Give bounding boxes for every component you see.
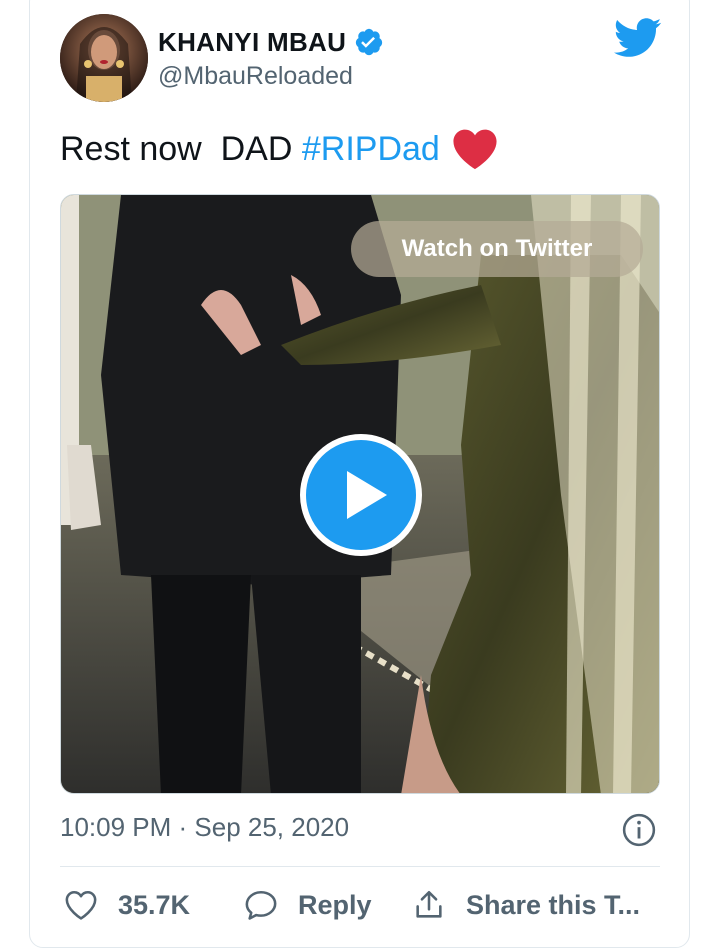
- actions-divider: [60, 866, 660, 867]
- tweet-text: Rest now DAD #RIPDad: [60, 128, 498, 170]
- info-icon[interactable]: [622, 813, 656, 847]
- author-display-name[interactable]: KHANYI MBAU: [158, 27, 346, 58]
- author-handle[interactable]: @MbauReloaded: [158, 62, 353, 91]
- share-button[interactable]: Share this T...: [412, 882, 640, 928]
- reply-icon: [245, 890, 277, 920]
- red-heart-emoji-icon: [453, 129, 497, 170]
- play-icon[interactable]: [299, 433, 423, 557]
- watch-on-twitter-button[interactable]: Watch on Twitter: [351, 221, 643, 277]
- avatar[interactable]: [60, 14, 148, 102]
- author-name-row[interactable]: KHANYI MBAU: [158, 24, 384, 60]
- like-count: 35.7K: [118, 889, 191, 920]
- share-icon: [416, 890, 442, 918]
- twitter-bird-icon[interactable]: [614, 18, 662, 58]
- verified-badge-icon: [356, 28, 383, 56]
- reply-label: Reply: [298, 889, 372, 920]
- share-label: Share this T...: [466, 889, 641, 920]
- tweet-timestamp[interactable]: 10:09 PM · Sep 25, 2020: [60, 812, 349, 843]
- video-media[interactable]: Watch on Twitter: [60, 194, 660, 794]
- tweet-text-body: Rest now DAD: [60, 129, 302, 168]
- reply-button[interactable]: Reply: [244, 882, 372, 928]
- heart-outline-icon: [65, 890, 97, 920]
- like-button[interactable]: 35.7K: [64, 882, 190, 928]
- hashtag-link[interactable]: #RIPDad: [302, 130, 440, 169]
- tweet-actions: 35.7K Reply Share this T...: [60, 882, 680, 928]
